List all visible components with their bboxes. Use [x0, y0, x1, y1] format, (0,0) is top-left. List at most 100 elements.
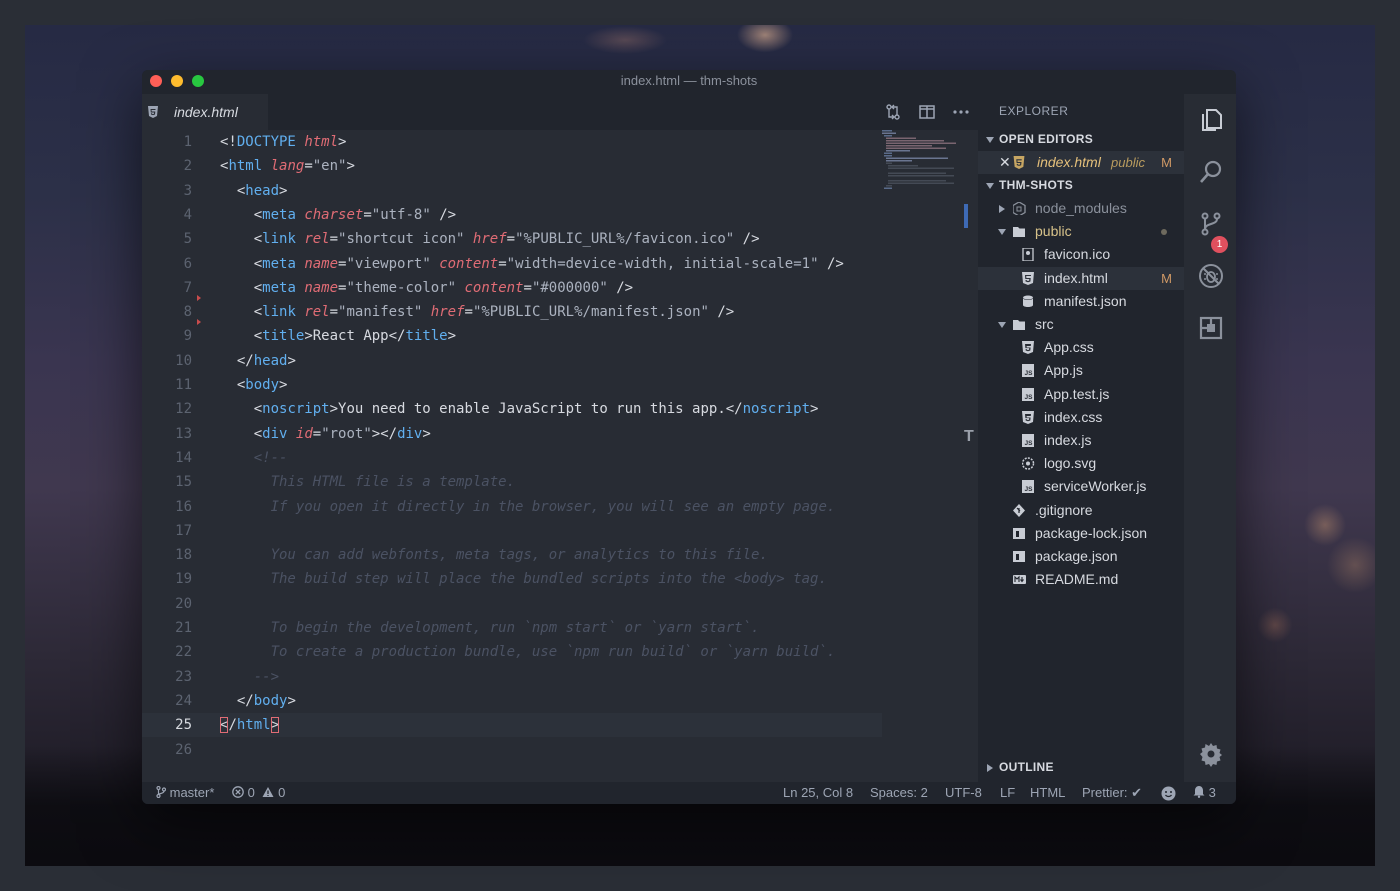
line-number: 24 [175, 692, 192, 709]
line-number: 22 [175, 644, 192, 661]
code-line[interactable]: 1 <!DOCTYPE html> [142, 130, 882, 154]
cursor-position[interactable]: Ln 25, Col 8 [783, 782, 853, 804]
code-line[interactable]: 17 [142, 519, 882, 543]
line-number: 1 [183, 134, 192, 150]
line-number: 21 [175, 620, 192, 636]
activity-bar: 1 [1184, 94, 1236, 782]
open-editor-item-index-html[interactable]: ✕ index.html public M [978, 151, 1184, 174]
debug-icon[interactable] [1198, 263, 1224, 289]
feedback-smiley-icon[interactable] [1161, 786, 1176, 801]
open-changes-icon[interactable] [884, 103, 902, 121]
code-line[interactable]: 3 <head> [142, 179, 882, 203]
line-text: <noscript>You need to enable JavaScript … [220, 401, 819, 418]
encoding[interactable]: UTF-8 [945, 782, 982, 804]
code-line[interactable]: 20 [142, 592, 882, 616]
code-line[interactable]: 6 <meta name="viewport" content="width=d… [142, 252, 882, 276]
code-line[interactable]: 9 <title>React App</title> [142, 324, 882, 348]
tab-index-html[interactable]: index.html [142, 94, 268, 130]
language-mode[interactable]: HTML [1030, 782, 1065, 804]
file-item[interactable]: favicon.ico [978, 243, 1184, 266]
file-item[interactable]: .gitignore [978, 499, 1184, 522]
indentation[interactable]: Spaces: 2 [870, 782, 928, 804]
line-ending[interactable]: LF [1000, 782, 1015, 804]
file-item[interactable]: JS App.js [978, 359, 1184, 382]
file-item[interactable]: index.css [978, 406, 1184, 429]
code-line[interactable]: 19 The build step will place the bundled… [142, 567, 882, 591]
problems-indicator[interactable]: 0 0 [232, 782, 285, 804]
open-editors-section[interactable]: OPEN EDITORS [978, 128, 1184, 151]
file-item[interactable]: JS index.js [978, 429, 1184, 452]
project-section[interactable]: THM-SHOTS [978, 174, 1184, 197]
file-item[interactable]: package.json [978, 545, 1184, 568]
code-line[interactable]: 4 <meta charset="utf-8" /> [142, 203, 882, 227]
code-line[interactable]: 2 <html lang="en"> [142, 154, 882, 178]
tree-item-label: index.js [1044, 432, 1092, 448]
code-line[interactable]: 26 [142, 738, 882, 762]
split-editor-icon[interactable] [918, 103, 936, 121]
file-item[interactable]: index.html M [978, 266, 1184, 290]
search-icon[interactable] [1198, 159, 1224, 185]
line-number: 8 [183, 304, 192, 321]
close-icon[interactable]: ✕ [999, 151, 1011, 174]
line-number: 26 [175, 741, 192, 758]
folder-icon [1013, 320, 1025, 330]
code-line[interactable]: 12 <noscript>You need to enable JavaScri… [142, 397, 882, 421]
code-line[interactable]: 18 You can add webfonts, meta tags, or a… [142, 543, 882, 567]
svg-text:JS: JS [1025, 486, 1034, 493]
scrollbar-thumb[interactable] [964, 204, 968, 228]
tree-item-label: package.json [1035, 548, 1118, 564]
line-number: 11 [175, 377, 192, 393]
tree-item-label: src [1035, 316, 1054, 332]
minimap[interactable] [882, 130, 962, 190]
line-number: 25 [175, 717, 192, 734]
folder-item[interactable]: node_modules [978, 197, 1184, 220]
code-line[interactable]: 23 --> [142, 665, 882, 689]
folder-item[interactable]: src [978, 313, 1184, 336]
svg-text:JS: JS [1025, 440, 1034, 447]
line-number: 6 [183, 255, 192, 272]
bell-icon [1193, 786, 1205, 798]
files-icon[interactable] [1198, 107, 1224, 133]
code-line[interactable]: 15 This HTML file is a template. [142, 470, 882, 494]
file-item[interactable]: manifest.json [978, 290, 1184, 313]
gear-icon[interactable] [1198, 741, 1224, 767]
more-actions-icon[interactable] [952, 103, 970, 121]
tree-item-label: index.css [1044, 408, 1103, 425]
file-item[interactable]: App.css [978, 336, 1184, 359]
node-icon [1013, 202, 1026, 215]
code-line[interactable]: 11 <body> [142, 373, 882, 397]
code-editor[interactable]: 1 <!DOCTYPE html> 2 <html lang="en"> 3 <head… [142, 130, 978, 782]
line-text: <meta name="theme-color" content="#00000… [220, 279, 634, 296]
code-line[interactable]: 7 <meta name="theme-color" content="#000… [142, 276, 882, 300]
code-area[interactable]: 1 <!DOCTYPE html> 2 <html lang="en"> 3 <head… [142, 130, 882, 782]
folder-item[interactable]: public [978, 220, 1184, 243]
code-line[interactable]: 16 If you open it directly in the browse… [142, 495, 882, 519]
tree-item-label: manifest.json [1044, 292, 1127, 309]
notifications-indicator[interactable]: 3 [1193, 782, 1216, 804]
code-line[interactable]: 8 <link rel="manifest" href="%PUBLIC_URL… [142, 300, 882, 324]
extensions-icon[interactable] [1198, 315, 1224, 341]
code-line[interactable]: 21 To begin the development, run `npm st… [142, 616, 882, 640]
line-number: 15 [175, 474, 192, 491]
outline-section[interactable]: OUTLINE [978, 756, 1184, 779]
explorer-title: EXPLORER [999, 104, 1069, 118]
file-item[interactable]: JS App.test.js [978, 383, 1184, 406]
html-file-icon [1013, 156, 1025, 169]
code-line[interactable]: 10 </head> [142, 349, 882, 373]
file-item[interactable]: README.md [978, 568, 1184, 591]
code-line[interactable]: 25 </html> [142, 713, 882, 738]
file-item[interactable]: logo.svg [978, 452, 1184, 475]
code-line[interactable]: 5 <link rel="shortcut icon" href="%PUBLI… [142, 227, 882, 251]
prettier-status[interactable]: Prettier: ✔ [1082, 782, 1142, 804]
branch-indicator[interactable]: master* [156, 782, 214, 804]
warning-icon [262, 787, 274, 797]
code-line[interactable]: 14 <!-- [142, 446, 882, 470]
npm-icon [1013, 527, 1025, 539]
line-number: 16 [175, 498, 192, 515]
code-line[interactable]: 22 To create a production bundle, use `n… [142, 640, 882, 664]
code-line[interactable]: 13 <div id="root"></div> [142, 422, 882, 446]
file-item[interactable]: JS serviceWorker.js [978, 475, 1184, 498]
source-control-icon[interactable] [1198, 211, 1224, 237]
file-item[interactable]: package-lock.json [978, 522, 1184, 545]
code-line[interactable]: 24 </body> [142, 689, 882, 713]
